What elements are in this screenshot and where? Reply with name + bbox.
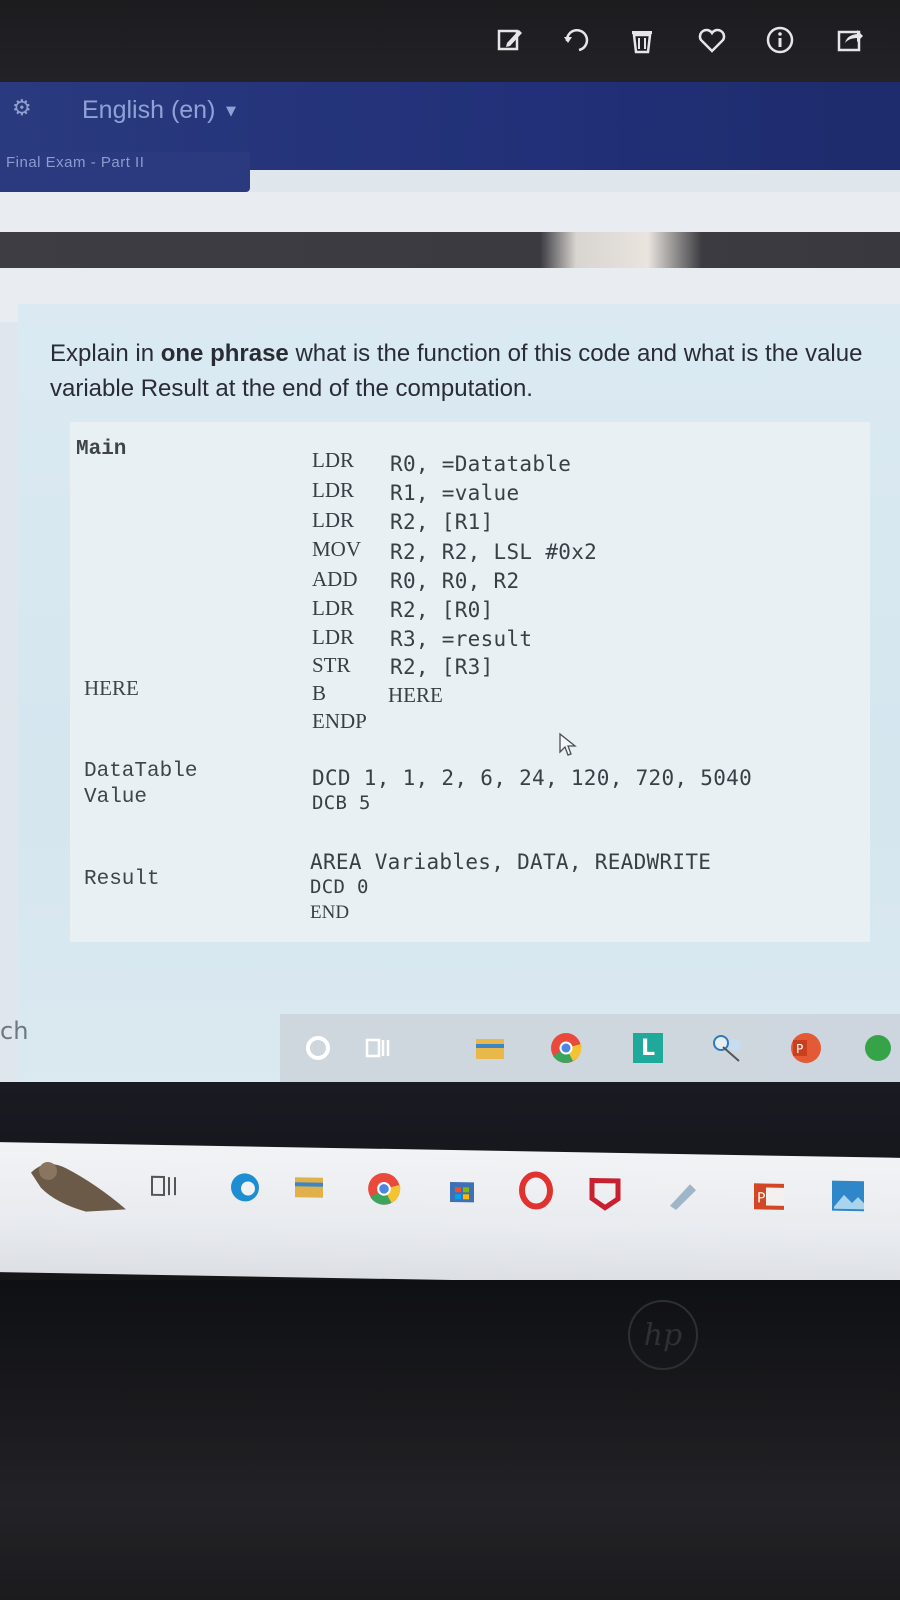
code-op: LDR [312,448,354,472]
hp-logo-icon: hp [628,1300,698,1370]
file-explorer-icon[interactable] [294,1173,324,1204]
code-label-main: Main [76,438,127,461]
powerpoint-icon[interactable]: P [788,1030,824,1066]
code-dcd0-line: DCD 0 [310,876,369,898]
chrome-icon[interactable] [366,1171,402,1212]
store-icon[interactable] [448,1176,476,1208]
breadcrumb[interactable]: Final Exam - Part II [6,154,144,171]
chevron-down-icon[interactable]: ▼ [226,104,236,119]
photos-icon[interactable] [830,1179,866,1218]
code-args: R0, =Datatable [390,452,572,476]
share-icon[interactable] [832,22,868,58]
mouse-cursor-icon [559,732,577,756]
app-icon-green[interactable] [860,1030,896,1066]
code-op: LDR [312,508,354,532]
code-op: STR [312,653,351,677]
code-op: MOV [312,537,362,561]
code-label-result: Result [84,868,160,891]
progress-strip [0,232,900,268]
code-area-line: AREA Variables, DATA, READWRITE [310,850,712,874]
edit-icon[interactable] [492,22,528,58]
language-selector[interactable]: English (en) [82,96,215,125]
code-label-value: Value [84,786,148,809]
question-text: Explain in one phrase what is the functi… [50,336,900,406]
edge-icon[interactable] [228,1170,262,1209]
code-op: LDR [312,596,354,620]
code-op: ADD [312,567,358,591]
question-prefix: Explain in [50,340,161,367]
code-args: R1, =value [390,481,520,505]
task-view-icon[interactable] [360,1030,396,1066]
question-suffix: what is the function of this code and wh… [288,340,863,367]
code-label-datatable: DataTable [84,760,198,783]
code-op: LDR [312,625,354,649]
code-args: R3, =result [390,627,533,651]
code-args: R0, R0, R2 [390,569,520,593]
laptop-keyboard-deck [0,1280,900,1600]
windows-taskbar: L P [280,1014,900,1082]
code-data-line: DCB 5 [312,792,371,814]
task-view-icon[interactable] [150,1173,180,1206]
settings-gear-icon[interactable]: ⚙ [12,96,32,121]
laptop-screen: ⚙ English (en) ▼ Final Exam - Part II Ex… [0,82,900,1094]
opera-icon[interactable] [518,1171,554,1214]
photo-viewer-toolbar [0,0,900,82]
code-op: LDR [312,478,354,502]
taskbar-search-hint[interactable]: ch [0,1017,28,1045]
delete-icon[interactable] [624,22,660,58]
blurred-taskbar: P [0,1142,900,1288]
question-line2: variable Result at the end of the comput… [50,375,533,402]
svg-text:P: P [796,1042,803,1056]
snipping-tool-icon[interactable] [710,1030,746,1066]
cortana-icon[interactable] [300,1030,336,1066]
powerpoint-icon[interactable]: P [752,1179,788,1218]
code-label-here: HERE [84,676,139,700]
code-end-line: END [310,902,350,923]
question-bold: one phrase [160,340,289,367]
code-args: R2, [R1] [390,510,494,534]
otter-wallpaper-icon [31,1161,126,1212]
file-explorer-icon[interactable] [472,1030,508,1066]
code-args: HERE [388,683,443,707]
code-op: B [312,681,327,705]
code-args: R2, R2, LSL #0x2 [390,540,598,564]
app-icon[interactable] [666,1180,700,1215]
code-args: R2, [R3] [390,655,494,679]
info-icon[interactable] [762,22,798,58]
mcafee-icon[interactable] [588,1176,622,1215]
code-args: R2, [R0] [390,598,494,622]
heart-icon[interactable] [694,22,730,58]
learning-app-icon[interactable]: L [630,1030,666,1066]
rotate-icon[interactable] [558,22,594,58]
chrome-icon[interactable] [548,1030,584,1066]
svg-text:P: P [757,1190,765,1206]
code-data-line: DCD 1, 1, 2, 6, 24, 120, 720, 5040 [312,766,753,790]
code-op: ENDP [312,709,367,733]
